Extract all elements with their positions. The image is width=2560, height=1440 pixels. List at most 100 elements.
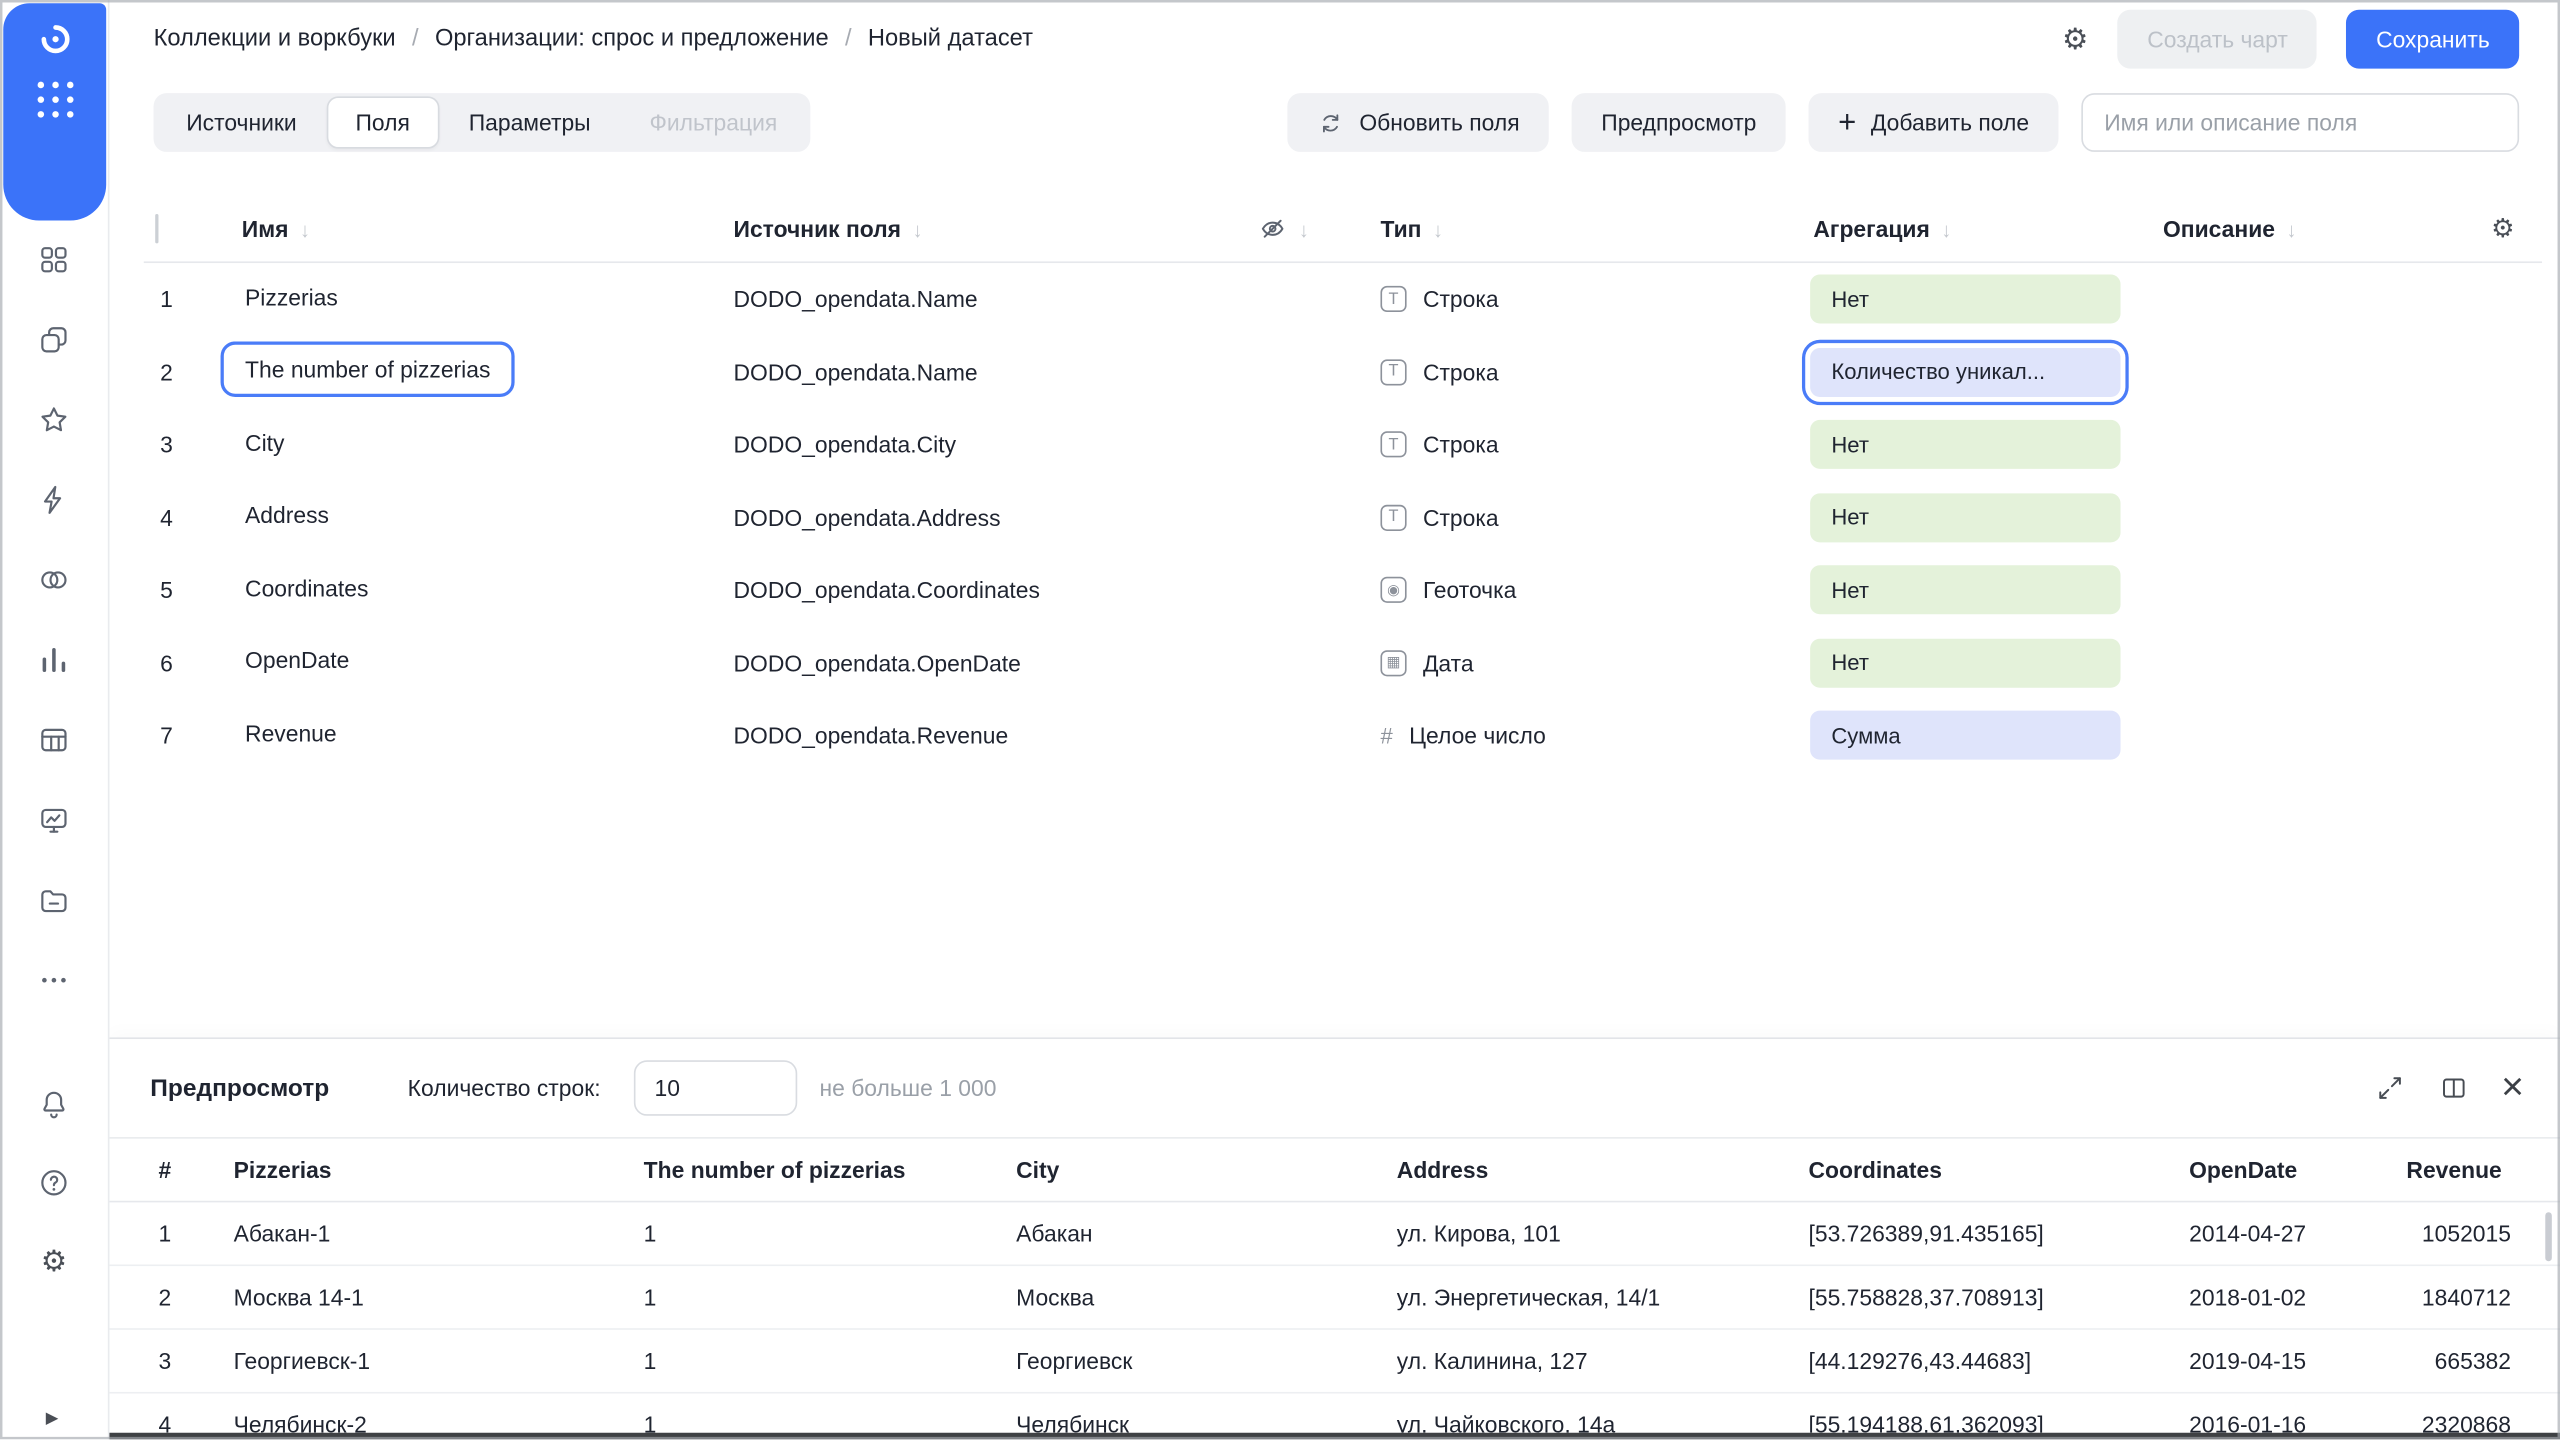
aggregation-select[interactable]: Количество уникал... bbox=[1810, 348, 2120, 397]
sidebar-settings-icon[interactable] bbox=[38, 1245, 71, 1278]
sidebar-expand-icon[interactable] bbox=[46, 1402, 59, 1428]
aggregation-select[interactable]: Нет bbox=[1810, 493, 2120, 542]
breadcrumb-item[interactable]: Новый датасет bbox=[829, 26, 1033, 52]
favorites-star-icon[interactable] bbox=[38, 404, 71, 437]
datalens-logo-icon[interactable] bbox=[38, 23, 71, 56]
connections-lightning-icon[interactable] bbox=[38, 484, 71, 517]
preview-row: 3 Георгиевск-1 1 Георгиевск ул. Калинина… bbox=[109, 1330, 2560, 1394]
monitoring-icon[interactable] bbox=[38, 804, 71, 837]
notifications-bell-icon[interactable] bbox=[38, 1088, 71, 1121]
field-type-icon bbox=[1380, 359, 1406, 385]
columns-settings-gear-icon[interactable] bbox=[2491, 212, 2514, 245]
field-source[interactable]: DODO_opendata.Address bbox=[709, 504, 1229, 530]
preview-cell-address: ул. Кирова, 101 bbox=[1397, 1220, 1809, 1246]
sort-icon[interactable] bbox=[1287, 216, 1309, 242]
collections-icon[interactable] bbox=[38, 323, 71, 356]
create-chart-button[interactable]: Создать чарт bbox=[2118, 10, 2317, 69]
tab-item[interactable]: Параметры bbox=[439, 96, 620, 148]
field-name[interactable]: The number of pizzerias bbox=[221, 342, 515, 398]
field-row[interactable]: 3 City DODO_opendata.City Строка Нет bbox=[144, 408, 2542, 481]
toolbar: ИсточникиПоляПараметрыФильтрация Обновит… bbox=[109, 78, 2560, 166]
split-view-icon[interactable] bbox=[2437, 1072, 2470, 1105]
aggregation-select[interactable]: Нет bbox=[1810, 275, 2120, 324]
field-source[interactable]: DODO_opendata.OpenDate bbox=[709, 650, 1229, 676]
field-row[interactable]: 2 The number of pizzerias DODO_opendata.… bbox=[144, 336, 2542, 409]
preview-scrollbar[interactable] bbox=[2545, 1212, 2552, 1261]
field-source[interactable]: DODO_opendata.Name bbox=[709, 286, 1229, 312]
apps-grid-icon[interactable] bbox=[37, 82, 73, 118]
column-header-description[interactable]: Описание bbox=[2142, 216, 2464, 242]
field-row[interactable]: 6 OpenDate DODO_opendata.OpenDate Дата Н… bbox=[144, 627, 2542, 700]
help-icon[interactable] bbox=[38, 1166, 71, 1199]
datasets-circles-icon[interactable] bbox=[38, 564, 71, 597]
column-header-hidden[interactable] bbox=[1229, 214, 1356, 243]
field-type-select[interactable]: Строка bbox=[1356, 504, 1789, 530]
field-type-select[interactable]: Геоточка bbox=[1356, 577, 1789, 603]
breadcrumb-item[interactable]: Организации: спрос и предложение bbox=[396, 26, 829, 52]
column-header-name[interactable]: Имя bbox=[219, 216, 709, 242]
aggregation-select[interactable]: Нет bbox=[1810, 638, 2120, 687]
sort-icon[interactable] bbox=[2275, 216, 2297, 242]
tables-icon[interactable] bbox=[38, 724, 71, 757]
preview-cell-index: 3 bbox=[158, 1348, 233, 1374]
field-type-select[interactable]: Дата bbox=[1356, 650, 1789, 676]
field-row[interactable]: 5 Coordinates DODO_opendata.Coordinates … bbox=[144, 554, 2542, 627]
field-name[interactable]: OpenDate bbox=[221, 633, 374, 689]
aggregation-select[interactable]: Нет bbox=[1810, 420, 2120, 469]
dataset-settings-gear-icon[interactable] bbox=[2062, 22, 2088, 56]
sort-icon[interactable] bbox=[1930, 216, 1952, 242]
aggregation-select[interactable]: Сумма bbox=[1810, 711, 2120, 760]
sort-icon[interactable] bbox=[1421, 216, 1443, 242]
expand-preview-icon[interactable] bbox=[2374, 1072, 2407, 1105]
preview-toggle-button[interactable]: Предпросмотр bbox=[1572, 93, 1786, 152]
field-type-select[interactable]: Строка bbox=[1356, 432, 1789, 458]
preview-row: 4 Челябинск-2 1 Челябинск ул. Чайковског… bbox=[109, 1394, 2560, 1433]
field-type-select[interactable]: Строка bbox=[1356, 286, 1789, 312]
dashboards-icon[interactable] bbox=[38, 243, 71, 276]
field-name[interactable]: Revenue bbox=[221, 705, 362, 761]
more-ellipsis-icon[interactable] bbox=[38, 964, 71, 997]
field-row[interactable]: 7 Revenue DODO_opendata.Revenue Целое чи… bbox=[144, 699, 2542, 772]
column-header-type[interactable]: Тип bbox=[1356, 216, 1789, 242]
field-name[interactable]: Pizzerias bbox=[221, 269, 363, 325]
field-row[interactable]: 4 Address DODO_opendata.Address Строка Н… bbox=[144, 481, 2542, 554]
row-count-input[interactable] bbox=[633, 1060, 796, 1116]
field-type-select[interactable]: Строка bbox=[1356, 359, 1789, 385]
column-header-source[interactable]: Источник поля bbox=[709, 216, 1229, 242]
tab-item[interactable]: Фильтрация bbox=[620, 96, 807, 148]
preview-cell-index: 2 bbox=[158, 1284, 233, 1310]
save-button[interactable]: Сохранить bbox=[2347, 10, 2519, 69]
field-type-icon bbox=[1380, 577, 1406, 603]
breadcrumb-item[interactable]: Коллекции и воркбуки bbox=[154, 26, 396, 52]
field-type-select[interactable]: Целое число bbox=[1356, 722, 1789, 748]
aggregation-select[interactable]: Нет bbox=[1810, 566, 2120, 615]
add-field-button[interactable]: Добавить поле bbox=[1809, 93, 2059, 152]
field-row-index: 1 bbox=[144, 286, 219, 312]
close-preview-icon[interactable] bbox=[2501, 1068, 2524, 1107]
preview-panel: Предпросмотр Количество строк: не больше… bbox=[109, 1037, 2560, 1432]
storage-folder-icon[interactable] bbox=[38, 884, 71, 917]
select-all-checkbox[interactable] bbox=[155, 214, 158, 243]
field-name[interactable]: Address bbox=[221, 487, 354, 543]
breadcrumb: Коллекции и воркбукиОрганизации: спрос и… bbox=[154, 26, 1033, 52]
sort-icon[interactable] bbox=[901, 216, 923, 242]
column-header-aggregation[interactable]: Агрегация bbox=[1789, 216, 2142, 242]
field-row-index: 6 bbox=[144, 650, 219, 676]
refresh-fields-button[interactable]: Обновить поля bbox=[1287, 93, 1549, 152]
field-source[interactable]: DODO_opendata.City bbox=[709, 432, 1229, 458]
field-source[interactable]: DODO_opendata.Name bbox=[709, 359, 1229, 385]
field-name[interactable]: City bbox=[221, 415, 309, 471]
field-source[interactable]: DODO_opendata.Revenue bbox=[709, 722, 1229, 748]
sort-icon[interactable] bbox=[288, 216, 310, 242]
field-row[interactable]: 1 Pizzerias DODO_opendata.Name Строка Не… bbox=[144, 263, 2542, 336]
preview-cell-index: 4 bbox=[158, 1412, 233, 1433]
field-source[interactable]: DODO_opendata.Coordinates bbox=[709, 577, 1229, 603]
tab-item[interactable]: Поля bbox=[326, 96, 439, 148]
preview-column-header: Pizzerias bbox=[234, 1157, 644, 1183]
field-row-index: 4 bbox=[144, 504, 219, 530]
preview-column-header: OpenDate bbox=[2189, 1157, 2406, 1183]
tab-item[interactable]: Источники bbox=[157, 96, 326, 148]
field-search-input[interactable] bbox=[2081, 93, 2519, 152]
charts-icon[interactable] bbox=[38, 644, 71, 677]
field-name[interactable]: Coordinates bbox=[221, 560, 393, 616]
